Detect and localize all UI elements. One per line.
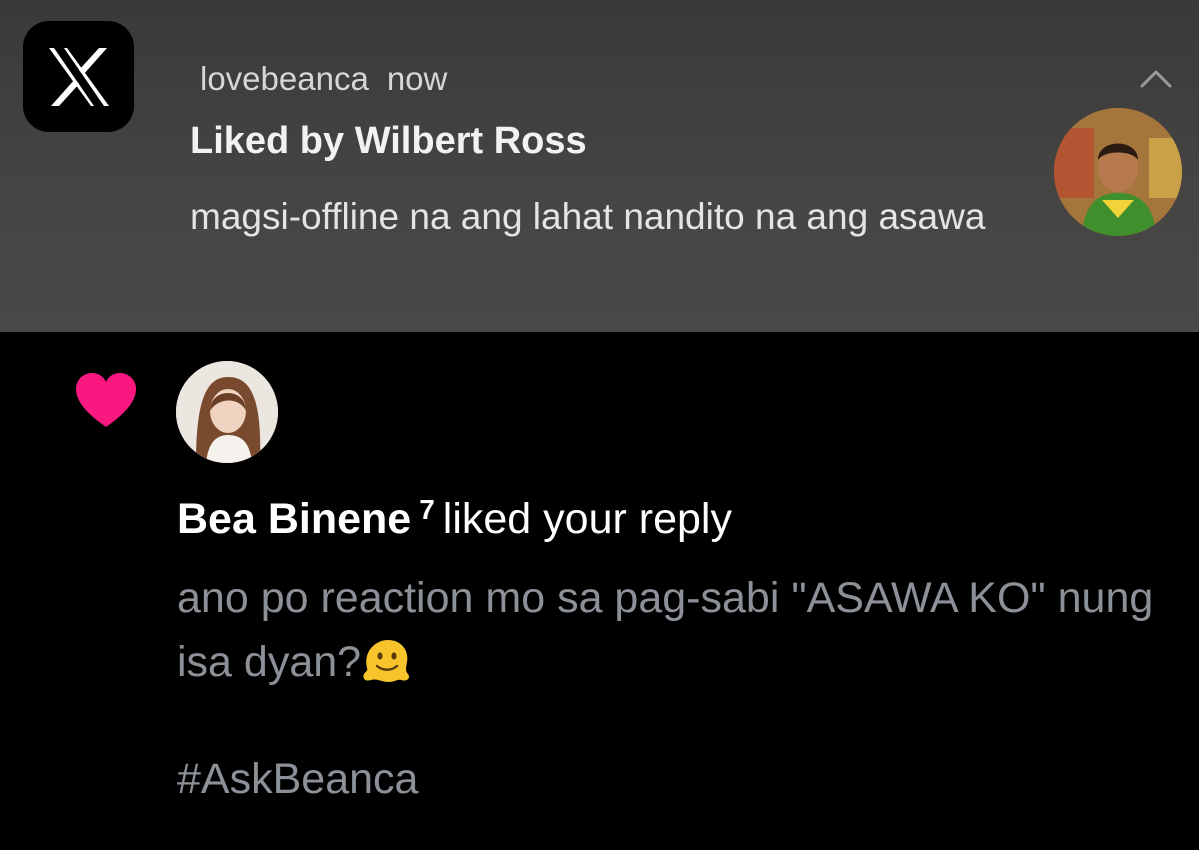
hashtag[interactable]: #AskBeanca	[177, 755, 418, 804]
liker-badge: 7	[419, 494, 435, 525]
notification-meta: lovebeanca now	[200, 60, 447, 98]
like-title: Bea Binene 7 liked your reply	[177, 494, 732, 544]
user-avatar[interactable]	[176, 361, 278, 463]
push-notification[interactable]: lovebeanca now Liked by Wilbert Ross mags…	[0, 0, 1199, 332]
notification-time: now	[386, 60, 448, 97]
liker-name[interactable]: Bea Binene	[177, 495, 411, 543]
chevron-up-icon[interactable]	[1138, 66, 1174, 90]
x-logo-icon	[48, 47, 109, 106]
reply-text[interactable]: ano po reaction mo sa pag-sabi "ASAWA KO…	[177, 566, 1167, 694]
reply-body: ano po reaction mo sa pag-sabi "ASAWA KO…	[177, 574, 1154, 686]
notification-avatar	[1054, 108, 1182, 236]
notification-account: lovebeanca	[200, 60, 369, 97]
melting-face-emoji	[363, 640, 410, 682]
x-app-icon	[23, 21, 134, 132]
notification-body: magsi-offline na ang lahat nandito na an…	[190, 196, 986, 237]
like-action-text: liked your reply	[442, 495, 732, 543]
heart-icon	[76, 373, 136, 427]
notification-title: Liked by Wilbert Ross	[190, 120, 587, 162]
